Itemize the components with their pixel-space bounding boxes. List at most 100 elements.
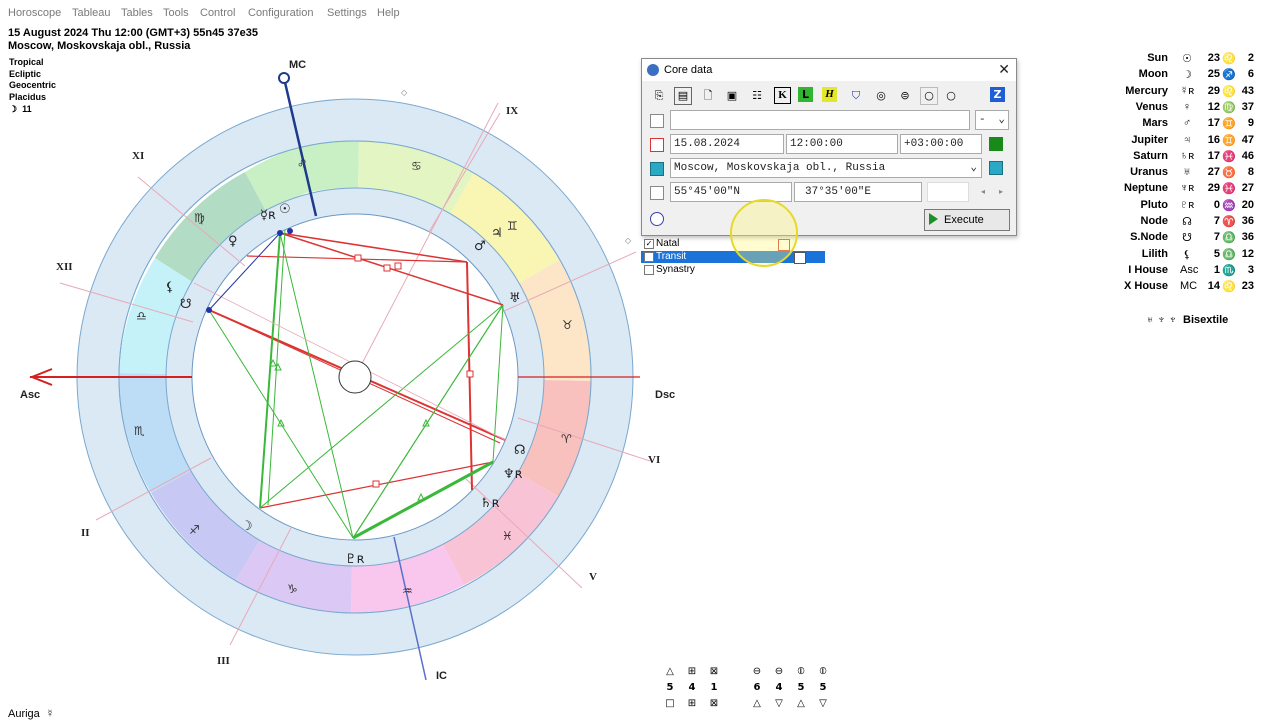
transit-color-swatch[interactable] <box>794 252 806 264</box>
arrow-right-icon[interactable]: ▸ <box>999 187 1003 196</box>
name-field[interactable] <box>670 110 970 130</box>
planet-minutes: 23 <box>1241 280 1254 293</box>
execute-button[interactable]: Execute <box>924 209 1010 231</box>
aspect-stat-count: 5 <box>819 682 827 693</box>
time-field[interactable]: 12:00:00 <box>786 134 898 154</box>
copy-icon[interactable]: ⎘ <box>650 87 668 105</box>
aspect-stat-icon: ⊞ <box>687 698 697 709</box>
planet-name: Mercury <box>1125 84 1168 97</box>
sign-icon: ♉ <box>1222 167 1236 180</box>
close-icon[interactable]: ✕ <box>998 62 1010 78</box>
ring-one-icon[interactable]: ○ <box>920 87 938 105</box>
sign-icon: ♊ <box>1222 118 1236 131</box>
planet-minutes: 8 <box>1247 166 1254 179</box>
synastry-checkbox[interactable] <box>644 265 654 275</box>
shield-icon[interactable]: ⛉ <box>847 87 865 105</box>
planet-name: Node <box>1140 215 1169 227</box>
h-button[interactable]: H <box>822 87 837 102</box>
calendar-icon[interactable] <box>650 138 664 152</box>
menu-tools[interactable]: Tools <box>163 7 189 19</box>
globe-icon[interactable] <box>650 162 664 176</box>
planet-row: X House MC 14 ♌ 23 <box>1100 280 1260 296</box>
planet-name: Jupiter <box>1131 133 1168 146</box>
horoscope-wheel[interactable]: ♌ ♋ ♊ ♉ ♈ ♓ ♒ ♑ ♐ ♏ ♎ ♍ ☿ʀ ♀ ♂ ♃ ♅ ⚸ ☋ ☽… <box>0 50 700 690</box>
longitude-field[interactable]: 37°35'00"E <box>794 182 922 202</box>
menu-tableau[interactable]: Tableau <box>72 7 111 19</box>
planet-degree: 27 <box>1207 166 1220 179</box>
planet-icon: ♆ʀ <box>1180 182 1195 195</box>
menu-settings[interactable]: Settings <box>327 7 367 19</box>
settings-icon[interactable] <box>650 212 664 226</box>
planet-name: Saturn <box>1133 149 1168 162</box>
earth-center <box>338 360 372 394</box>
planet-degree: 5 <box>1213 247 1220 260</box>
bisextile-label: Bisextile <box>1183 314 1229 326</box>
play-icon <box>929 213 938 225</box>
menu-help[interactable]: Help <box>377 7 400 19</box>
planet-minutes: 12 <box>1241 247 1254 260</box>
menu-horoscope[interactable]: Horoscope <box>8 7 61 19</box>
aries-icon: ♈ <box>561 432 572 446</box>
planet-degree: 1 <box>1213 263 1220 276</box>
l-button[interactable]: L <box>798 87 813 102</box>
circle-s-icon[interactable]: ⊜ <box>896 87 914 105</box>
snode-icon: ☋ <box>180 297 192 312</box>
planet-degree: 7 <box>1213 231 1220 244</box>
natal-checkbox[interactable]: ✓ <box>644 239 654 249</box>
coordinates-icon[interactable] <box>650 186 664 200</box>
aspect-stat-icon: ⊖ <box>774 666 784 677</box>
planet-name: Moon <box>1138 68 1168 81</box>
node-icon: ☊ <box>514 443 526 458</box>
status-indicator[interactable] <box>989 137 1003 151</box>
ring-two-icon[interactable]: ○ <box>942 87 960 105</box>
menu-configuration[interactable]: Configuration <box>248 7 313 19</box>
timezone-field[interactable]: +03:00:00 <box>900 134 982 154</box>
aspect-stat-icon: ⊠ <box>709 666 719 677</box>
map-icon[interactable] <box>989 161 1003 175</box>
dialog-titlebar[interactable]: Core data ✕ <box>642 59 1016 81</box>
house-5-label: V <box>589 571 597 583</box>
list-item-synastry[interactable]: Synastry <box>641 264 825 276</box>
planet-row: Mercury ☿ʀ 29 ♌ 43 <box>1100 85 1260 101</box>
date-field[interactable]: 15.08.2024 <box>670 134 784 154</box>
planet-icon: ♅ <box>1182 166 1192 179</box>
planet-name: Venus <box>1135 100 1168 113</box>
aspect-stat-count: 4 <box>688 682 696 693</box>
circle-a-icon[interactable]: ◎ <box>872 87 890 105</box>
aspect-stat-icon: ▽ <box>819 698 827 709</box>
transit-checkbox[interactable] <box>644 252 654 262</box>
bisextile-row: ♅ ♆ ♆ Bisextile <box>1146 314 1228 326</box>
dialog-title: Core data <box>664 64 713 76</box>
extra-field[interactable] <box>927 182 969 202</box>
table-icon[interactable]: ☷ <box>748 87 766 105</box>
name-dropdown[interactable]: - ⌄ <box>975 110 1009 130</box>
sign-icon: ♐ <box>1222 69 1236 82</box>
new-file-icon[interactable]: 🗋 <box>699 87 717 105</box>
k-button[interactable]: K <box>774 87 791 104</box>
house-3-label: III <box>217 655 230 667</box>
z-button[interactable]: Z <box>990 87 1005 102</box>
paste-icon[interactable]: ▤ <box>674 87 692 105</box>
mc-knob[interactable] <box>278 72 290 84</box>
person-icon[interactable] <box>650 114 664 128</box>
sign-icon: ♌ <box>1222 281 1236 294</box>
menu-control[interactable]: Control <box>200 7 235 19</box>
sign-icon: ♒ <box>1222 199 1236 212</box>
core-data-dialog[interactable]: Core data ✕ ⎘ ▤ 🗋 ▣ ☷ K L H ⛉ ◎ ⊜ ○ ○ Z … <box>641 58 1017 236</box>
planet-row: Moon ☽ 25 ♐ 6 <box>1100 68 1260 84</box>
place-field[interactable]: Moscow, Moskovskaja obl., Russia ⌄ <box>670 158 982 178</box>
planet-name: Uranus <box>1130 166 1168 179</box>
planet-icon: ♄ʀ <box>1180 149 1195 162</box>
capricorn-icon: ♑ <box>287 582 298 596</box>
arrow-left-icon[interactable]: ◂ <box>981 187 985 196</box>
menu-tables[interactable]: Tables <box>121 7 153 19</box>
latitude-field[interactable]: 55°45'00"N <box>670 182 792 202</box>
aspect-stat-icon: □ <box>665 698 675 709</box>
planet-row: Pluto ♇ʀ 0 ♒ 20 <box>1100 199 1260 215</box>
leo-icon: ♌ <box>297 157 308 171</box>
planet-degree: 17 <box>1207 149 1220 162</box>
save-icon[interactable]: ▣ <box>723 87 741 105</box>
aspect-stat-count: 5 <box>666 682 674 693</box>
aspect-stat-icon: ⊠ <box>709 698 719 709</box>
bisextile-symbols: ♅ ♆ ♆ <box>1146 314 1177 326</box>
